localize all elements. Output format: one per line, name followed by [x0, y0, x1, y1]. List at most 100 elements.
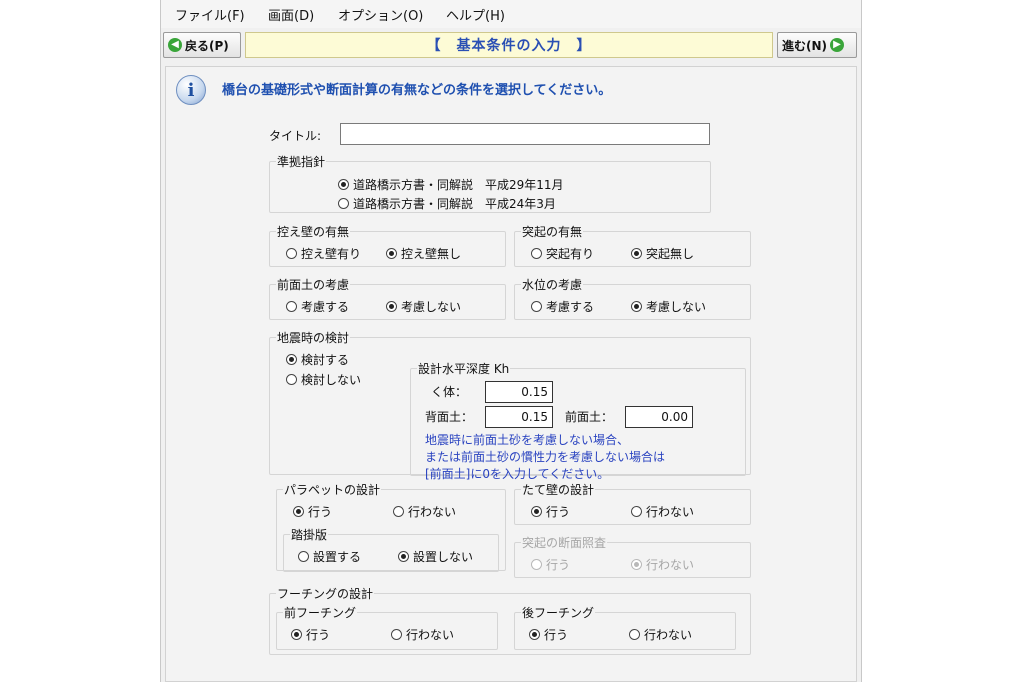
radio-water-level-consider[interactable]: 考慮する — [531, 298, 594, 315]
radio-parapet-do[interactable]: 行う — [293, 503, 332, 520]
radio-dot — [531, 301, 542, 312]
radio-retaining-wall-yes[interactable]: 控え壁有り — [286, 245, 361, 262]
kh-note-line: 地震時に前面土砂を考慮しない場合、 — [425, 433, 630, 447]
protrusion-section-legend: 突起の断面照査 — [522, 536, 607, 550]
radio-seismic-check[interactable]: 検討する — [286, 351, 349, 368]
radio-protrusion-no[interactable]: 突起無し — [631, 245, 694, 262]
radio-dot — [529, 629, 540, 640]
radio-label: 考慮する — [546, 300, 595, 314]
radio-seismic-no-check[interactable]: 検討しない — [286, 371, 361, 388]
kh-legend: 設計水平深度 Kh — [418, 362, 510, 376]
radio-label: 行わない — [408, 505, 457, 519]
radio-dot — [298, 551, 309, 562]
radio-dot — [286, 354, 297, 365]
vertical-wall-legend: たて壁の設計 — [522, 483, 595, 497]
standard-group: 準拠指針 道路橋示方書・同解説 平成29年11月 道路橋示方書・同解説 平成24… — [269, 153, 711, 213]
radio-front-footing-dont[interactable]: 行わない — [391, 626, 454, 643]
radio-rear-footing-do[interactable]: 行う — [529, 626, 568, 643]
radio-dot — [291, 629, 302, 640]
radio-label: 控え壁有り — [301, 247, 362, 261]
menu-options[interactable]: オプション(O) — [338, 5, 423, 24]
radio-label: 考慮しない — [401, 300, 462, 314]
radio-dot — [338, 179, 349, 190]
radio-dot — [629, 629, 640, 640]
parapet-legend: パラペットの設計 — [284, 483, 381, 497]
kh-front-soil-input[interactable]: 0.00 — [625, 406, 693, 428]
radio-dot — [393, 506, 404, 517]
radio-label: 考慮する — [301, 300, 350, 314]
radio-approach-slab-install[interactable]: 設置する — [298, 548, 361, 565]
radio-label: 考慮しない — [646, 300, 707, 314]
standard-legend: 準拠指針 — [277, 155, 326, 169]
radio-label: 行わない — [644, 628, 693, 642]
next-button-label: 進む(N) — [782, 38, 828, 53]
kh-back-soil-label: 背面土： — [425, 410, 474, 424]
rear-footing-legend: 後フーチング — [522, 606, 595, 620]
parapet-group: パラペットの設計 行う 行わない 踏掛版 設置する 設置しない — [276, 481, 506, 572]
approach-slab-group: 踏掛版 設置する 設置しない — [283, 526, 499, 572]
radio-front-soil-not-consider[interactable]: 考慮しない — [386, 298, 461, 315]
footing-group: フーチングの設計 前フーチング 行う 行わない 後フーチング 行う 行わない — [269, 585, 751, 655]
radio-retaining-wall-no[interactable]: 控え壁無し — [386, 245, 461, 262]
radio-label: 行う — [546, 558, 571, 572]
radio-label: 行う — [308, 505, 333, 519]
menu-display[interactable]: 画面(D) — [268, 5, 314, 24]
radio-vertical-wall-do[interactable]: 行う — [531, 503, 570, 520]
radio-label: 検討しない — [301, 373, 362, 387]
radio-label: 行う — [544, 628, 569, 642]
radio-dot — [631, 248, 642, 259]
radio-protrusion-section-dont: 行わない — [631, 556, 694, 573]
radio-vertical-wall-dont[interactable]: 行わない — [631, 503, 694, 520]
kh-back-soil-input[interactable]: 0.15 — [485, 406, 553, 428]
kh-note-line: または前面土砂の慣性力を考慮しない場合は — [425, 450, 666, 464]
radio-protrusion-section-do: 行う — [531, 556, 570, 573]
next-button[interactable]: 進む(N) ▶ — [777, 32, 857, 58]
radio-water-level-not-consider[interactable]: 考慮しない — [631, 298, 706, 315]
radio-standard-h24[interactable]: 道路橋示方書・同解説 平成24年3月 — [338, 195, 556, 212]
title-input[interactable] — [340, 123, 710, 145]
vertical-wall-group: たて壁の設計 行う 行わない — [514, 481, 751, 525]
radio-dot — [293, 506, 304, 517]
front-footing-group: 前フーチング 行う 行わない — [276, 604, 498, 650]
radio-dot — [286, 374, 297, 385]
navigation-toolbar: ◀ 戻る(P) 【 基本条件の入力 】 進む(N) ▶ — [161, 30, 861, 62]
radio-dot — [531, 248, 542, 259]
back-button-label: 戻る(P) — [185, 38, 229, 53]
radio-dot — [631, 301, 642, 312]
radio-rear-footing-dont[interactable]: 行わない — [629, 626, 692, 643]
radio-protrusion-yes[interactable]: 突起有り — [531, 245, 594, 262]
retaining-wall-legend: 控え壁の有無 — [277, 225, 350, 239]
footing-legend: フーチングの設計 — [277, 587, 374, 601]
app-window: ファイル(F) 画面(D) オプション(O) ヘルプ(H) ◀ 戻る(P) 【 … — [160, 0, 862, 682]
radio-approach-slab-none[interactable]: 設置しない — [398, 548, 473, 565]
approach-slab-legend: 踏掛版 — [291, 528, 328, 542]
radio-standard-h29[interactable]: 道路橋示方書・同解説 平成29年11月 — [338, 176, 564, 193]
front-soil-legend: 前面土の考慮 — [277, 278, 350, 292]
kh-group: 設計水平深度 Kh く体： 0.15 背面土： 0.15 前面土： 0.00 地… — [410, 360, 746, 481]
seismic-group: 地震時の検討 検討する 検討しない 設計水平深度 Kh く体： 0.15 背面土… — [269, 329, 751, 481]
radio-label: 行わない — [646, 505, 695, 519]
radio-label: 検討する — [301, 353, 350, 367]
menu-bar: ファイル(F) 画面(D) オプション(O) ヘルプ(H) — [161, 0, 861, 28]
radio-parapet-dont[interactable]: 行わない — [393, 503, 456, 520]
radio-label: 行う — [306, 628, 331, 642]
water-level-group: 水位の考慮 考慮する 考慮しない — [514, 276, 751, 320]
arrow-right-icon: ▶ — [830, 38, 845, 52]
menu-file[interactable]: ファイル(F) — [175, 5, 245, 24]
protrusion-section-group: 突起の断面照査 行う 行わない — [514, 534, 751, 578]
radio-label: 行う — [546, 505, 571, 519]
kh-note: 地震時に前面土砂を考慮しない場合、 または前面土砂の慣性力を考慮しない場合は [… — [425, 432, 665, 483]
kh-body-input[interactable]: 0.15 — [485, 381, 553, 403]
menu-help[interactable]: ヘルプ(H) — [446, 5, 505, 24]
radio-label: 設置しない — [413, 550, 474, 564]
radio-front-soil-consider[interactable]: 考慮する — [286, 298, 349, 315]
radio-label: 控え壁無し — [401, 247, 462, 261]
back-button[interactable]: ◀ 戻る(P) — [163, 32, 241, 58]
radio-label: 道路橋示方書・同解説 平成29年11月 — [353, 178, 564, 192]
radio-dot — [286, 248, 297, 259]
seismic-legend: 地震時の検討 — [277, 331, 350, 345]
radio-dot — [391, 629, 402, 640]
page-title: 【 基本条件の入力 】 — [245, 32, 773, 58]
radio-front-footing-do[interactable]: 行う — [291, 626, 330, 643]
radio-label: 設置する — [313, 550, 362, 564]
